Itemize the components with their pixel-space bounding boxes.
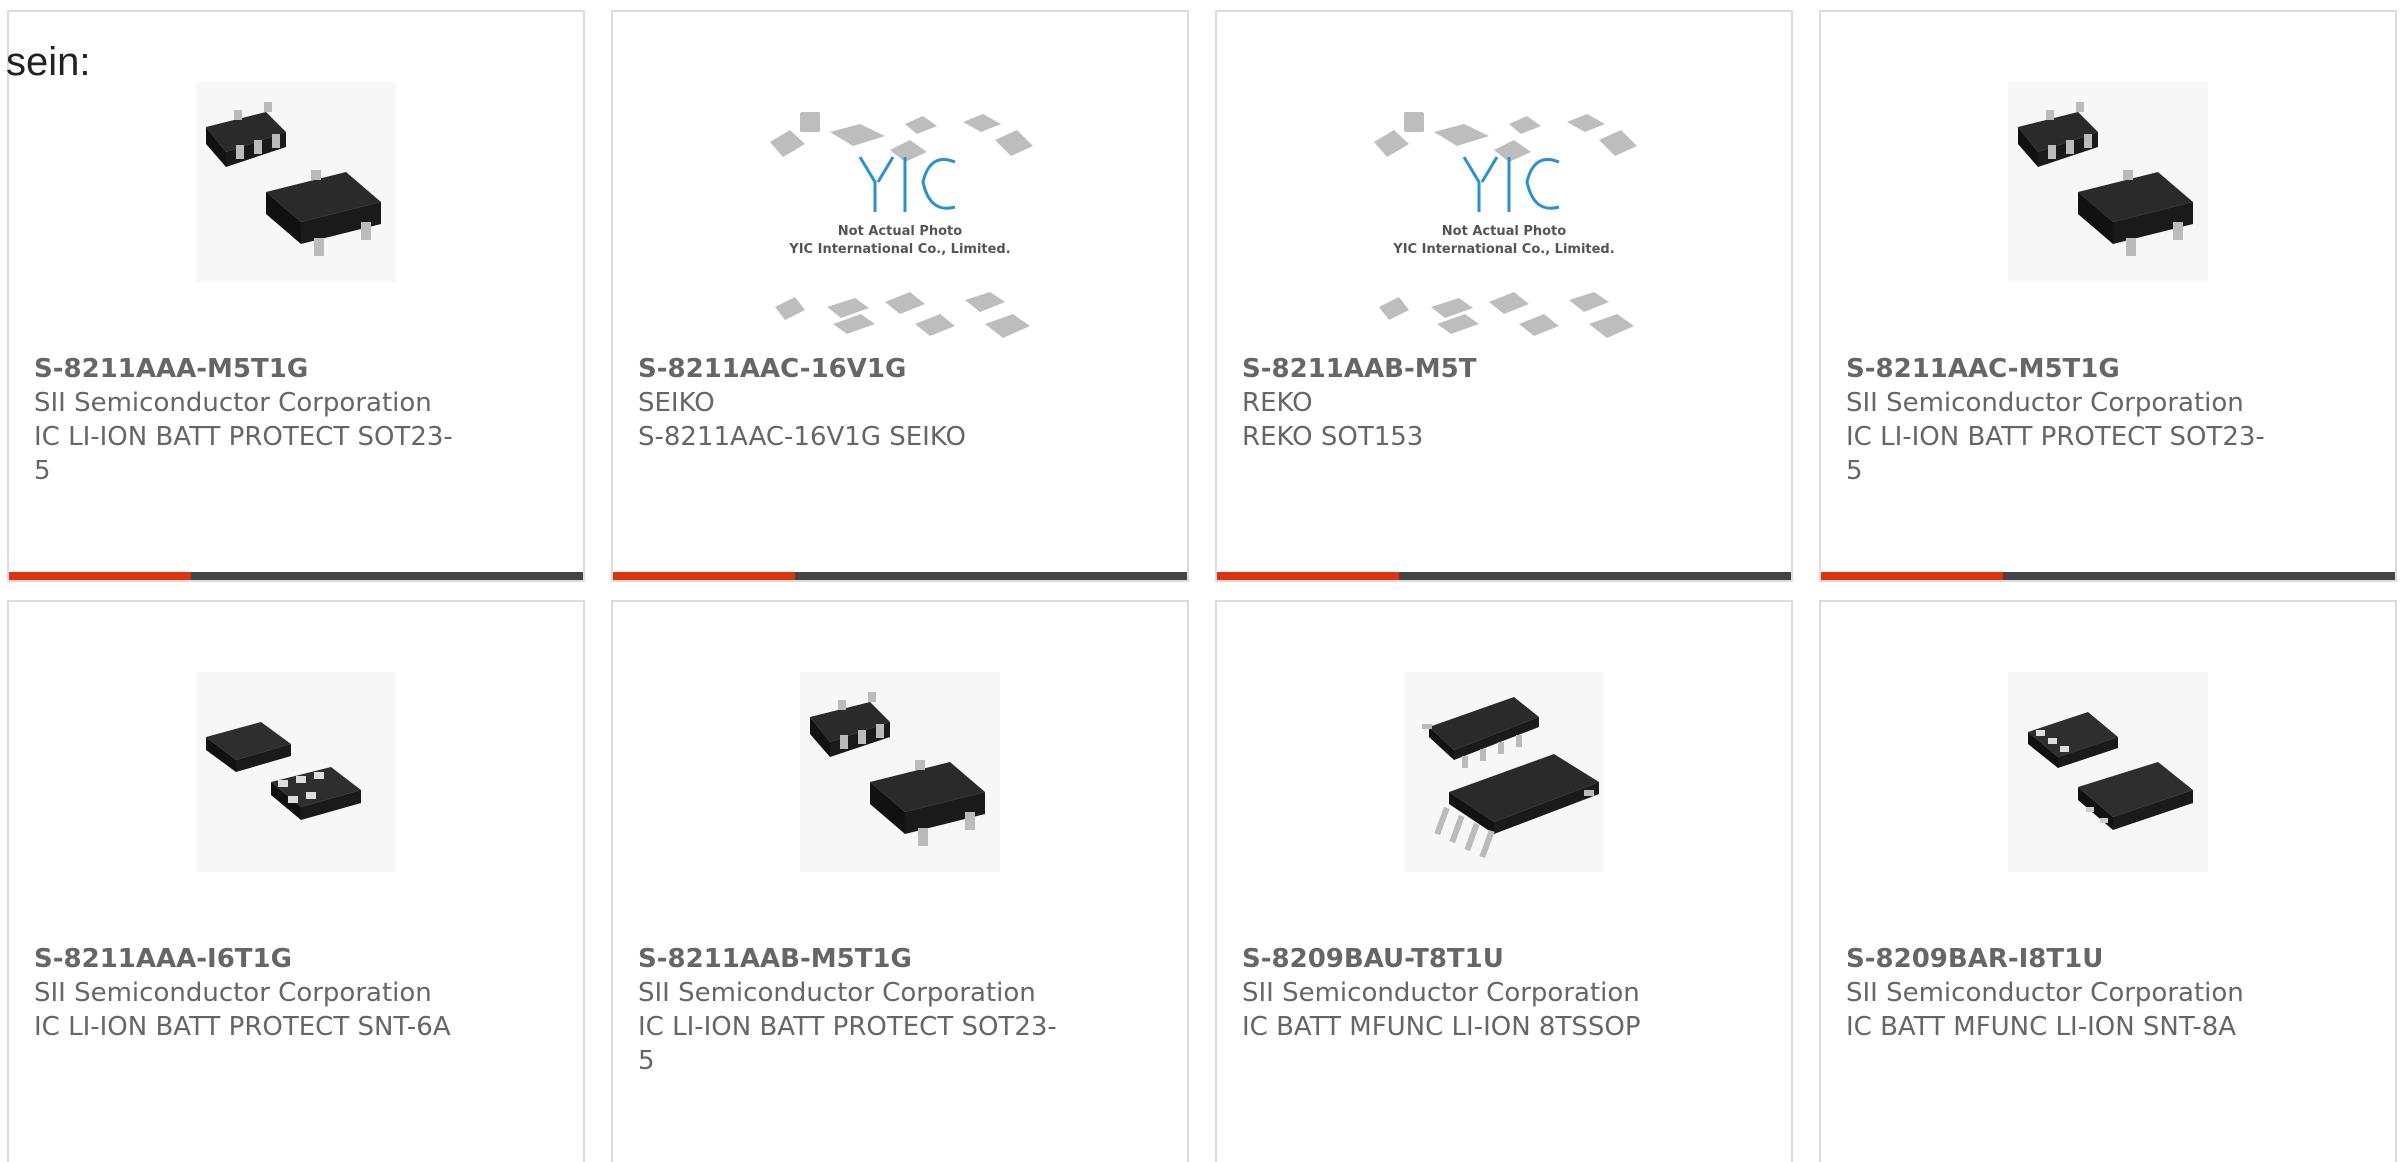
sot23-5-package-icon <box>800 672 1000 872</box>
manufacturer: SII Semiconductor Corporation <box>34 388 432 418</box>
card-bottom-bar <box>9 572 583 580</box>
description: IC LI-ION BATT PROTECT SNT-6A <box>34 1012 451 1042</box>
product-card[interactable]: S-8211AAC-M5T1G SII Semiconductor Corpor… <box>1819 10 2397 582</box>
manufacturer: SII Semiconductor Corporation <box>1846 978 2244 1008</box>
tssop-8-package-icon <box>1404 672 1604 872</box>
sot23-5-package-icon <box>2008 82 2208 282</box>
part-number[interactable]: S-8211AAA-M5T1G <box>34 352 454 386</box>
snt-8a-package-icon <box>2008 672 2208 872</box>
product-info: S-8209BAU-T8T1U SII Semiconductor Corpor… <box>1242 942 1662 1044</box>
product-info: S-8209BAR-I8T1U SII Semiconductor Corpor… <box>1846 942 2266 1044</box>
card-bottom-bar <box>1217 572 1791 580</box>
manufacturer: SEIKO <box>638 388 715 418</box>
product-info: S-8211AAA-I6T1G SII Semiconductor Corpor… <box>34 942 454 1044</box>
product-card[interactable]: S-8209BAR-I8T1U SII Semiconductor Corpor… <box>1819 600 2397 1162</box>
yic-image-line2: YIC International Co., Limited. <box>788 242 1010 257</box>
section-prefix-text: sein: <box>6 40 91 84</box>
yic-placeholder-icon: Not Actual Photo YIC International Co., … <box>1369 102 1639 352</box>
description: IC LI-ION BATT PROTECT SOT23-5 <box>34 422 453 486</box>
description: IC BATT MFUNC LI-ION 8TSSOP <box>1242 1012 1641 1042</box>
card-bottom-bar <box>1821 572 2395 580</box>
product-info: S-8211AAB-M5T REKO REKO SOT153 <box>1242 352 1662 454</box>
product-info: S-8211AAB-M5T1G SII Semiconductor Corpor… <box>638 942 1058 1078</box>
card-bottom-accent <box>9 572 191 580</box>
product-info: S-8211AAC-M5T1G SII Semiconductor Corpor… <box>1846 352 2266 488</box>
manufacturer: REKO <box>1242 388 1313 418</box>
part-number[interactable]: S-8209BAR-I8T1U <box>1846 942 2266 976</box>
part-number[interactable]: S-8211AAA-I6T1G <box>34 942 454 976</box>
product-card[interactable]: S-8211AAA-I6T1G SII Semiconductor Corpor… <box>7 600 585 1162</box>
description: IC LI-ION BATT PROTECT SOT23-5 <box>638 1012 1057 1076</box>
product-card[interactable]: S-8209BAU-T8T1U SII Semiconductor Corpor… <box>1215 600 1793 1162</box>
manufacturer: SII Semiconductor Corporation <box>638 978 1036 1008</box>
card-bottom-bar <box>613 572 1187 580</box>
sot23-5-package-icon <box>196 82 396 282</box>
snt-6a-package-icon <box>196 672 396 872</box>
product-card[interactable]: S-8211AAB-M5T1G SII Semiconductor Corpor… <box>611 600 1189 1162</box>
description: S-8211AAC-16V1G SEIKO <box>638 422 966 452</box>
manufacturer: SII Semiconductor Corporation <box>1242 978 1640 1008</box>
description: REKO SOT153 <box>1242 422 1424 452</box>
yic-image-line2: YIC International Co., Limited. <box>1392 242 1614 257</box>
product-info: S-8211AAC-16V1G SEIKO S-8211AAC-16V1G SE… <box>638 352 1058 454</box>
yic-image-line1: Not Actual Photo <box>1442 224 1566 239</box>
product-card[interactable]: Not Actual Photo YIC International Co., … <box>611 10 1189 582</box>
description: IC LI-ION BATT PROTECT SOT23-5 <box>1846 422 2265 486</box>
card-bottom-accent <box>1217 572 1399 580</box>
product-card[interactable]: Not Actual Photo YIC International Co., … <box>1215 10 1793 582</box>
part-number[interactable]: S-8211AAB-M5T <box>1242 352 1662 386</box>
part-number[interactable]: S-8211AAB-M5T1G <box>638 942 1058 976</box>
card-bottom-accent <box>613 572 795 580</box>
yic-image-line1: Not Actual Photo <box>838 224 962 239</box>
part-number[interactable]: S-8211AAC-16V1G <box>638 352 1058 386</box>
manufacturer: SII Semiconductor Corporation <box>34 978 432 1008</box>
card-bottom-accent <box>1821 572 2003 580</box>
part-number[interactable]: S-8209BAU-T8T1U <box>1242 942 1662 976</box>
manufacturer: SII Semiconductor Corporation <box>1846 388 2244 418</box>
product-card[interactable]: S-8211AAA-M5T1G SII Semiconductor Corpor… <box>7 10 585 582</box>
yic-placeholder-icon: Not Actual Photo YIC International Co., … <box>765 102 1035 352</box>
part-number[interactable]: S-8211AAC-M5T1G <box>1846 352 2266 386</box>
product-info: S-8211AAA-M5T1G SII Semiconductor Corpor… <box>34 352 454 488</box>
description: IC BATT MFUNC LI-ION SNT-8A <box>1846 1012 2237 1042</box>
